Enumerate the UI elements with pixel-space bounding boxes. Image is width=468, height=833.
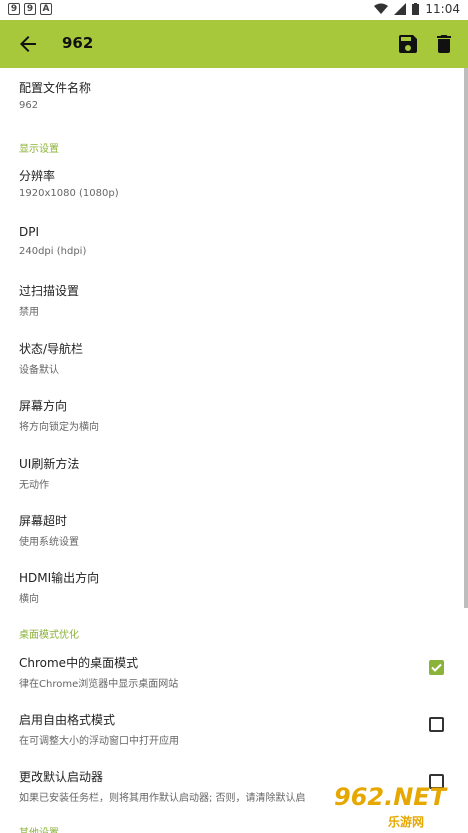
- back-arrow-icon[interactable]: [16, 32, 40, 56]
- setting-title: 配置文件名称: [19, 81, 92, 95]
- battery-icon: [412, 3, 420, 15]
- app-bar: 962: [0, 20, 468, 68]
- signal-icon: [394, 3, 407, 15]
- page-title: 962: [62, 34, 94, 52]
- notification-icon-3: A: [40, 3, 52, 15]
- setting-ui-refresh[interactable]: UI刷新方法 无动作: [0, 444, 468, 501]
- setting-screen-orientation[interactable]: 屏幕方向 将方向锁定为横向: [0, 386, 468, 443]
- setting-value: 禁用: [19, 307, 39, 318]
- section-header-other: 其他设置: [19, 824, 59, 833]
- check-icon: [431, 663, 442, 672]
- status-time: 11:04: [425, 2, 460, 16]
- setting-value: 962: [19, 100, 39, 111]
- settings-list: 配置文件名称 962 显示设置 分辨率 1920x1080 (1080p) DP…: [0, 68, 468, 833]
- setting-title: 屏幕超时: [19, 514, 68, 528]
- setting-value: 使用系统设置: [19, 537, 79, 548]
- checkbox-checked[interactable]: [429, 660, 444, 675]
- setting-title: 状态/导航栏: [19, 342, 84, 356]
- setting-freeform-mode[interactable]: 启用自由格式模式 在可调整大小的浮动窗口中打开应用: [0, 700, 468, 757]
- setting-value: 律在Chrome浏览器中显示桌面网站: [19, 679, 179, 690]
- setting-value: 横向: [19, 594, 39, 605]
- checkbox-unchecked[interactable]: [429, 717, 444, 732]
- status-bar: 9 9 A 11:04: [0, 0, 468, 20]
- watermark-logo: 962.NET 乐游网: [334, 783, 462, 829]
- wifi-icon: [374, 3, 389, 14]
- notification-icons: 9 9 A: [8, 3, 52, 15]
- setting-title: 分辨率: [19, 169, 56, 183]
- setting-title: HDMI输出方向: [19, 571, 100, 585]
- setting-title: UI刷新方法: [19, 457, 80, 471]
- delete-icon[interactable]: [432, 32, 456, 56]
- setting-title: 更改默认启动器: [19, 770, 104, 784]
- setting-screen-timeout[interactable]: 屏幕超时 使用系统设置: [0, 501, 468, 558]
- setting-title: 启用自由格式模式: [19, 713, 116, 727]
- section-header-desktop: 桌面模式优化: [19, 630, 79, 641]
- notification-icon-2: 9: [24, 3, 36, 15]
- setting-value: 1920x1080 (1080p): [19, 188, 119, 199]
- setting-value: 无动作: [19, 480, 49, 491]
- setting-value: 设备默认: [19, 365, 59, 376]
- setting-value: 240dpi (hdpi): [19, 246, 87, 257]
- setting-dpi[interactable]: DPI 240dpi (hdpi): [0, 214, 468, 271]
- save-icon[interactable]: [396, 32, 420, 56]
- section-header-display: 显示设置: [19, 144, 59, 155]
- setting-resolution[interactable]: 分辨率 1920x1080 (1080p): [0, 156, 468, 213]
- setting-profile-name[interactable]: 配置文件名称 962: [0, 68, 468, 125]
- setting-hdmi-orientation[interactable]: HDMI输出方向 横向: [0, 558, 468, 615]
- setting-title: 屏幕方向: [19, 399, 68, 413]
- scrollbar[interactable]: [464, 68, 468, 608]
- setting-status-nav-bar[interactable]: 状态/导航栏 设备默认: [0, 329, 468, 386]
- setting-value: 将方向锁定为横向: [19, 422, 99, 433]
- watermark-brand: 962.NET: [334, 783, 447, 811]
- setting-value: 如果已安装任务栏，则将其用作默认启动器; 否则，请清除默认启: [19, 793, 306, 804]
- setting-title: DPI: [19, 225, 40, 239]
- setting-chrome-desktop-mode[interactable]: Chrome中的桌面模式 律在Chrome浏览器中显示桌面网站: [0, 643, 468, 700]
- setting-title: Chrome中的桌面模式: [19, 656, 139, 670]
- setting-value: 在可调整大小的浮动窗口中打开应用: [19, 736, 179, 747]
- watermark-sub: 乐游网: [388, 815, 425, 829]
- notification-icon-1: 9: [8, 3, 20, 15]
- setting-overscan[interactable]: 过扫描设置 禁用: [0, 271, 468, 328]
- setting-title: 过扫描设置: [19, 284, 80, 298]
